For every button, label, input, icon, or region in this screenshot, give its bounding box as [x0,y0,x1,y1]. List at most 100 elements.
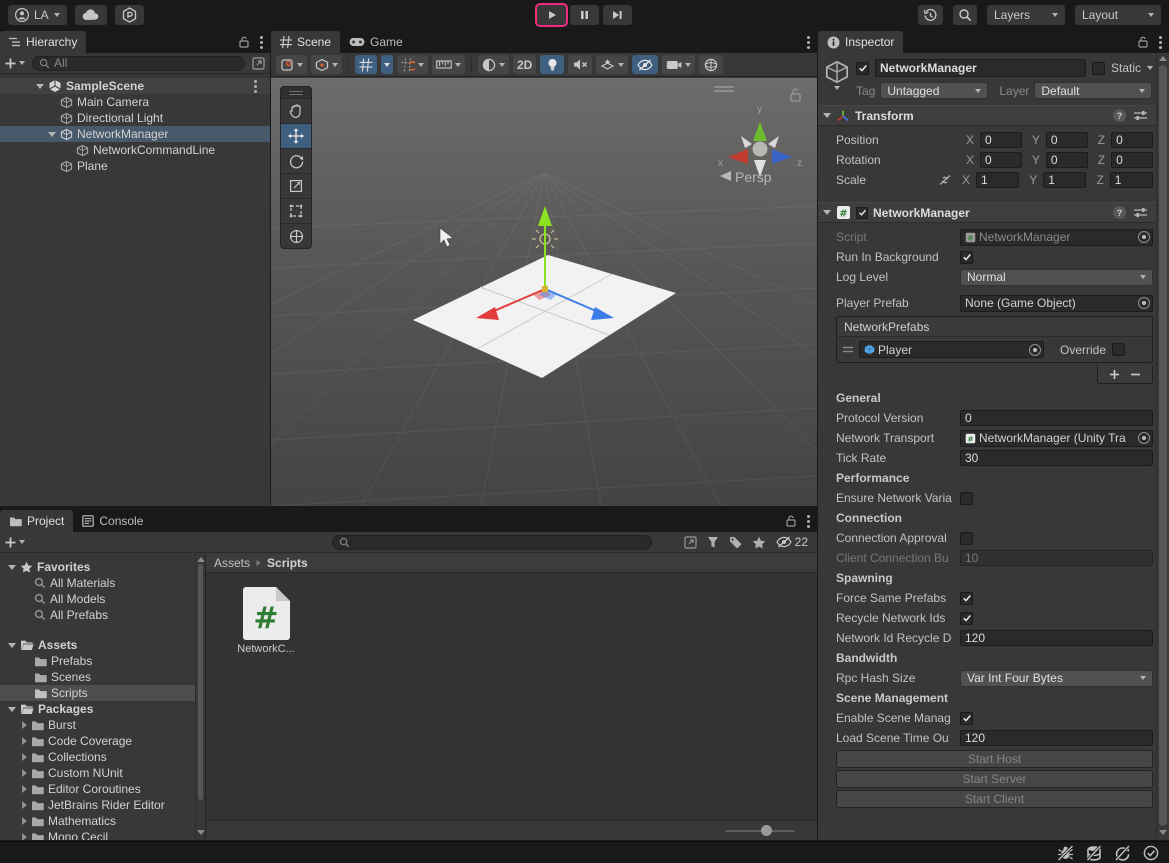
help-icon[interactable]: ? [1113,109,1126,122]
foldout-closed-icon[interactable] [22,785,27,793]
remove-element-icon[interactable] [1130,369,1141,380]
gameobject-icon-button[interactable] [824,59,850,99]
create-asset-button[interactable] [5,537,25,548]
tab-console[interactable]: Console [73,510,152,532]
package-row[interactable]: Editor Coroutines [0,781,205,797]
run-in-background-checkbox[interactable] [960,251,973,264]
hidden-items-toggle[interactable]: 22 [776,535,808,549]
transform-tool-button[interactable] [281,223,311,248]
network-prefabs-row[interactable]: Player Override [837,337,1152,362]
scene-menu-icon[interactable] [254,85,257,88]
inspector-scrollbar[interactable] [1156,53,1169,840]
scroll-down-icon[interactable] [1159,830,1167,835]
force-same-prefabs-checkbox[interactable] [960,592,973,605]
hand-tool-button[interactable] [281,98,311,123]
unlock-icon[interactable] [786,515,796,527]
foldout-closed-icon[interactable] [22,753,27,761]
position-z-field[interactable]: 0 [1111,132,1153,148]
package-row[interactable]: Mono Cecil [0,829,205,840]
static-dropdown-icon[interactable] [1147,66,1153,70]
project-tree-scrollbar[interactable] [195,554,205,840]
package-row[interactable]: JetBrains Rider Editor [0,797,205,813]
open-in-new-window-icon[interactable] [684,536,697,549]
scene-visibility-button[interactable] [632,55,658,74]
position-x-field[interactable]: 0 [980,132,1022,148]
foldout-closed-icon[interactable] [22,817,27,825]
snap-increment-button[interactable] [397,55,428,74]
hierarchy-row[interactable]: Directional Light [0,110,270,126]
slider-knob[interactable] [761,825,772,836]
activity-check-icon[interactable] [1143,845,1159,861]
cloud-button[interactable] [75,5,107,25]
network-manager-header[interactable]: # NetworkManager ? [818,202,1169,223]
rotation-y-field[interactable]: 0 [1046,152,1088,168]
play-button[interactable] [537,5,566,25]
scale-tool-button[interactable] [281,173,311,198]
refresh-disabled-icon[interactable] [1114,845,1131,861]
hierarchy-search-input[interactable]: All [32,56,245,71]
breadcrumb-assets[interactable]: Assets [214,556,250,570]
foldout-closed-icon[interactable] [22,833,27,840]
audio-mute-button[interactable] [568,55,592,74]
grid-snapping-dropdown[interactable] [381,55,393,74]
start-server-button[interactable]: Start Server [836,770,1153,788]
foldout-closed-icon[interactable] [22,769,27,777]
rotation-x-field[interactable]: 0 [980,152,1022,168]
scene-lighting-button[interactable] [540,55,564,74]
open-in-new-window-icon[interactable] [252,57,265,70]
grid-snapping-button[interactable] [355,55,377,74]
tool-handle-rotation-button[interactable] [311,55,342,74]
network-id-recycle-field[interactable]: 120 [960,630,1153,646]
help-icon[interactable]: ? [1113,206,1126,219]
network-transport-field[interactable]: # NetworkManager (Unity Tra [960,430,1153,447]
layers-dropdown[interactable]: Layers [987,5,1065,25]
foldout-open-icon[interactable] [8,707,16,712]
favorites-item[interactable]: All Models [0,591,205,607]
scene-menu-icon[interactable] [807,41,810,44]
account-button[interactable]: LA [8,5,67,25]
assets-header-row[interactable]: Assets [0,637,205,653]
foldout-closed-icon[interactable] [22,721,27,729]
cache-disabled-icon[interactable] [1086,845,1102,861]
object-picker-icon[interactable] [1138,432,1150,444]
project-menu-icon[interactable] [807,520,810,523]
plastic-scm-button[interactable] [115,5,144,25]
foldout-open-icon[interactable] [823,210,831,215]
debug-disabled-icon[interactable] [1057,845,1074,861]
foldout-open-icon[interactable] [48,132,56,137]
foldout-open-icon[interactable] [8,565,16,570]
component-enabled-checkbox[interactable] [856,207,868,219]
favorites-star-icon[interactable] [752,536,766,549]
search-button[interactable] [953,5,977,25]
package-row[interactable]: Collections [0,749,205,765]
object-picker-icon[interactable] [1138,297,1150,309]
connection-approval-checkbox[interactable] [960,532,973,545]
load-scene-timeout-field[interactable]: 120 [960,730,1153,746]
search-by-type-icon[interactable] [707,536,719,549]
move-gizmo-center[interactable] [542,286,548,292]
static-checkbox[interactable] [1092,62,1105,75]
presets-icon[interactable] [1134,207,1147,218]
tab-inspector[interactable]: Inspector [818,31,903,53]
foldout-open-icon[interactable] [8,643,16,648]
layer-dropdown[interactable]: Default [1034,82,1152,99]
scroll-up-icon[interactable] [197,557,205,562]
hierarchy-row[interactable]: Main Camera [0,94,270,110]
pause-button[interactable] [570,5,599,25]
project-search-input[interactable] [332,535,652,550]
recycle-network-ids-checkbox[interactable] [960,612,973,625]
foldout-closed-icon[interactable] [22,737,27,745]
search-by-label-icon[interactable] [729,536,742,549]
scale-x-field[interactable]: 1 [976,172,1019,188]
breadcrumb-scripts[interactable]: Scripts [267,556,308,570]
protocol-version-field[interactable]: 0 [960,410,1153,426]
tab-project[interactable]: Project [0,510,73,532]
drag-handle-icon[interactable] [843,346,853,353]
ensure-network-variable-checkbox[interactable] [960,492,973,505]
effects-button[interactable] [596,55,628,74]
2d-view-button[interactable]: 2D [513,55,536,74]
undo-history-button[interactable] [918,5,943,25]
transform-header[interactable]: Transform ? [818,105,1169,126]
tick-rate-field[interactable]: 30 [960,450,1153,466]
script-object-field[interactable]: # NetworkManager [960,229,1153,246]
